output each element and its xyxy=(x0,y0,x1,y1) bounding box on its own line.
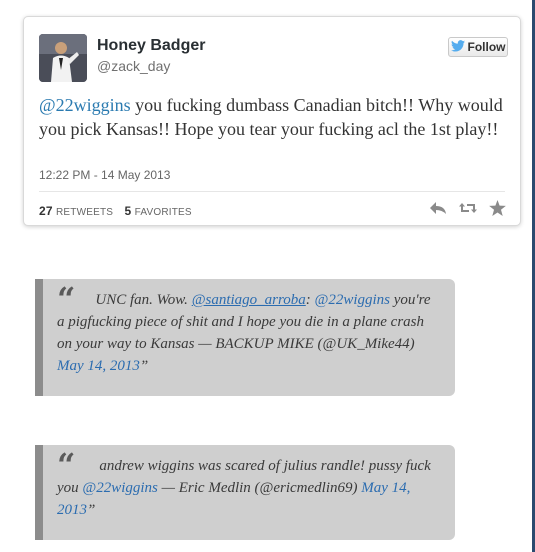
follow-label: Follow xyxy=(467,40,506,54)
retweets-label[interactable]: Retweets xyxy=(56,207,113,218)
favorites-count[interactable]: 5 xyxy=(124,204,131,218)
divider xyxy=(39,191,505,192)
tweet-text: @22wiggins you fucking dumbass Canadian … xyxy=(39,93,509,141)
favorites-label[interactable]: Favorites xyxy=(135,207,192,218)
tweet-actions xyxy=(429,200,506,216)
blockquote-2: “andrew wiggins was scared of julius ran… xyxy=(35,445,455,540)
user-name[interactable]: Honey Badger xyxy=(97,37,205,55)
quote-text: — Eric Medlin (@ericmedlin69) xyxy=(157,480,362,496)
twitter-bird-icon xyxy=(450,39,465,55)
open-quote-mark: “ xyxy=(57,280,76,318)
handle-link[interactable]: @santiago_arroba xyxy=(192,292,306,308)
favorite-icon[interactable] xyxy=(489,200,506,216)
retweets-count[interactable]: 27 xyxy=(39,204,53,218)
tweet-timestamp[interactable]: 12:22 PM - 14 May 2013 xyxy=(39,168,170,182)
blockquote-1: “ UNC fan. Wow. @santiago_arroba: @22wigg… xyxy=(35,279,455,396)
close-quote-mark: ” xyxy=(87,502,96,518)
embedded-tweet: Honey Badger @zack_day Follow @22wiggins… xyxy=(23,16,521,226)
tweet-stats: 27 Retweets 5 Favorites xyxy=(39,204,200,218)
avatar[interactable] xyxy=(39,34,87,82)
mention-link[interactable]: @22wiggins xyxy=(315,292,390,308)
follow-button[interactable]: Follow xyxy=(448,37,508,57)
quote-text: UNC fan. Wow. xyxy=(95,292,192,308)
open-quote-mark: “ xyxy=(57,446,76,484)
retweet-icon[interactable] xyxy=(458,200,478,216)
date-link[interactable]: May 14, 2013 xyxy=(57,358,140,374)
mention-link[interactable]: @22wiggins xyxy=(39,95,131,115)
user-handle[interactable]: @zack_day xyxy=(97,58,170,74)
close-quote-mark: ” xyxy=(139,358,149,374)
mention-link[interactable]: @22wiggins xyxy=(82,480,157,496)
quote-text: : xyxy=(305,292,315,308)
reply-icon[interactable] xyxy=(429,200,447,216)
